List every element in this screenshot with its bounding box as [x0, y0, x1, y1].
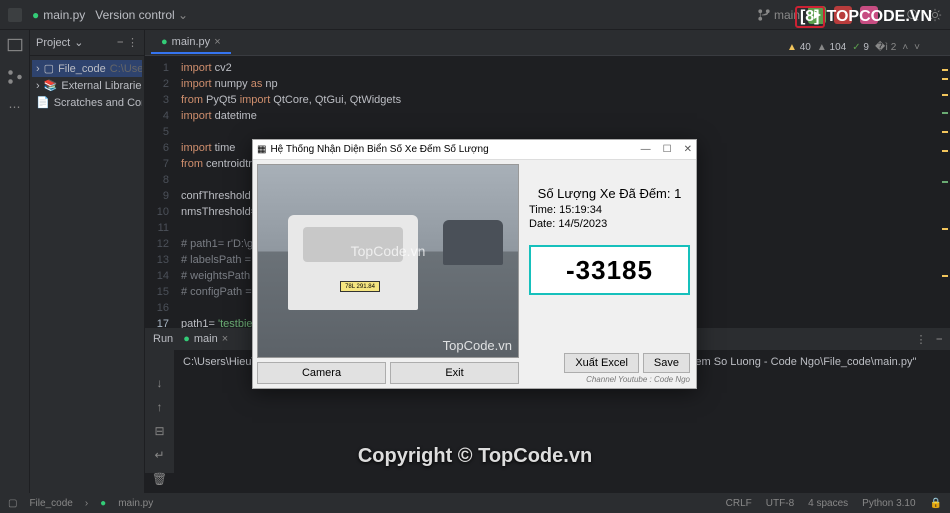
app-icon: ▦ — [257, 144, 266, 155]
save-button[interactable]: Save — [643, 353, 690, 373]
detected-car: 78L 291.84 — [288, 215, 418, 310]
app-dialog-window: ▦ Hệ Thống Nhận Diện Biển Số Xe Đếm Số L… — [252, 139, 697, 389]
more-icon[interactable]: ⋮ — [916, 333, 927, 346]
exit-button[interactable]: Exit — [390, 362, 519, 384]
dialog-titlebar[interactable]: ▦ Hệ Thống Nhận Diện Biển Số Xe Đếm Số L… — [253, 140, 696, 160]
chevron-down-icon[interactable]: ˅ — [914, 42, 920, 53]
tree-item-external-libraries[interactable]: › 📚 External Libraries — [32, 77, 142, 94]
project-panel: Project ⌄ ⎯ ⋮ › ▢ File_code C:\Users\Hie… — [30, 30, 145, 493]
run-config-tab[interactable]: ● main × — [183, 333, 228, 345]
project-tree[interactable]: › ▢ File_code C:\Users\Hieu\Down › 📚 Ext… — [30, 56, 144, 115]
error-stripe[interactable] — [938, 56, 950, 369]
chevron-up-icon[interactable]: ˄ — [902, 42, 908, 53]
python-icon: ● — [183, 333, 190, 345]
date-label: Date: 14/5/2023 — [529, 218, 690, 230]
library-icon: 📚 — [44, 79, 58, 92]
time-label: Time: 15:19:34 — [529, 204, 690, 216]
branch-indicator[interactable]: main — [758, 8, 800, 22]
tree-item-scratches[interactable]: 📄 Scratches and Consoles — [32, 94, 142, 111]
chevron-down-icon: ⌄ — [178, 8, 188, 22]
credit-label: Channel Youtube : Code Ngo — [529, 375, 690, 384]
filter-icon[interactable]: ⊟ — [154, 424, 164, 438]
current-file-tab[interactable]: ● main.py — [32, 8, 85, 22]
file-name-label: main.py — [43, 8, 85, 22]
brand-watermark: [8]TOPCODE.VN — [795, 6, 932, 28]
minimize-icon[interactable]: ⎯ — [937, 333, 943, 346]
interpreter-indicator[interactable]: Python 3.10 — [862, 498, 915, 509]
status-bar: ▢ File_code › ● main.py CRLF UTF-8 4 spa… — [0, 493, 950, 513]
python-icon: ● — [32, 8, 39, 22]
breadcrumb-folder[interactable]: File_code — [29, 498, 72, 509]
editor-tab-main[interactable]: ● main.py × — [151, 32, 231, 54]
copyright-watermark: Copyright © TopCode.vn — [358, 445, 592, 468]
video-preview: 78L 291.84 TopCode.vn TopCode.vn — [257, 164, 519, 358]
breadcrumb-file[interactable]: main.py — [118, 498, 153, 509]
run-rail: ↓ ↑ ⊟ ↵ 🗑 — [145, 350, 175, 473]
vcs-menu[interactable]: Version control ⌄ — [95, 8, 188, 22]
python-icon: ● — [100, 498, 106, 509]
app-logo-icon — [8, 8, 22, 22]
line-sep-indicator[interactable]: CRLF — [726, 498, 752, 509]
encoding-indicator[interactable]: UTF-8 — [766, 498, 794, 509]
count-label: Số Lượng Xe Đã Đếm: 1 — [529, 186, 690, 201]
inspection-widget[interactable]: 40 104 9 �ì 2 ˄ ˅ — [787, 42, 920, 53]
structure-icon[interactable] — [6, 68, 24, 86]
close-icon[interactable]: × — [214, 36, 220, 48]
down-icon[interactable]: ↓ — [157, 376, 163, 390]
breadcrumb-icon: ▢ — [8, 498, 17, 509]
chevron-right-icon: › — [36, 80, 40, 92]
scratch-icon: 📄 — [36, 96, 50, 109]
project-panel-header: Project ⌄ ⎯ ⋮ — [30, 30, 144, 56]
left-tool-rail: ⋯ — [0, 30, 30, 493]
run-label: Run — [153, 333, 173, 345]
folder-icon: ▢ — [44, 62, 54, 75]
up-icon[interactable]: ↑ — [157, 400, 163, 414]
detected-plate-small: 78L 291.84 — [340, 281, 380, 292]
watermark-label: TopCode.vn — [443, 338, 512, 353]
indent-indicator[interactable]: 4 spaces — [808, 498, 848, 509]
collapse-icon[interactable]: ⎯ — [118, 36, 124, 49]
more-icon[interactable]: ⋮ — [127, 36, 138, 49]
python-icon: ● — [161, 36, 168, 48]
close-icon[interactable]: ✕ — [684, 144, 692, 155]
close-icon[interactable]: × — [222, 333, 228, 345]
minimize-icon[interactable]: — — [641, 144, 651, 155]
project-title-label: Project — [36, 37, 70, 49]
tree-item-root[interactable]: › ▢ File_code C:\Users\Hieu\Down — [32, 60, 142, 77]
wrap-icon[interactable]: ↵ — [154, 448, 164, 462]
plate-display: 33185 — [529, 245, 690, 295]
watermark-label: TopCode.vn — [351, 243, 426, 259]
chevron-right-icon: › — [36, 63, 40, 75]
dialog-title-label: Hệ Thống Nhận Diện Biển Số Xe Đếm Số Lượ… — [270, 144, 488, 155]
trash-icon[interactable]: 🗑 — [152, 472, 167, 486]
branch-icon — [758, 9, 770, 21]
camera-button[interactable]: Camera — [257, 362, 386, 384]
chevron-down-icon[interactable]: ⌄ — [74, 36, 83, 49]
line-gutter: 1234567891011121314151617181920212223242… — [145, 56, 175, 369]
more-tools-icon[interactable]: ⋯ — [9, 100, 21, 114]
detected-car — [443, 220, 503, 265]
project-icon[interactable] — [6, 36, 24, 54]
maximize-icon[interactable]: ☐ — [663, 144, 672, 155]
lock-icon[interactable]: 🔒 — [930, 498, 942, 509]
export-excel-button[interactable]: Xuất Excel — [564, 353, 639, 373]
